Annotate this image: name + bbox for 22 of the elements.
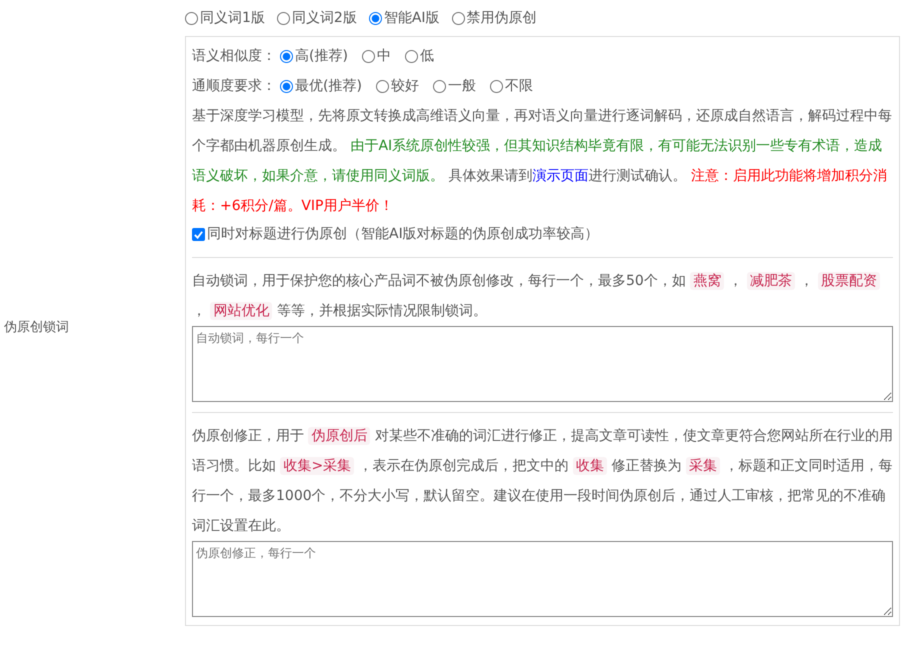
mode-radio[interactable]: 同义词1版 [185, 9, 265, 27]
correction-description: 伪原创修正，用于 伪原创后 对某些不准确的词汇进行修正，提高文章可读性，使文章更符合您网站所在行业的用语习惯。比如 收集>采集 ，表示在伪原创完成后，把文中的 收集 修正替换为 采集 ，标题和正文同时适用，每行一个，最多1000个，不分大小写，默认留空。建议在使用一段时间伪原创后，通过人工审核，把常见的不准确词汇设置在此。 [192, 426, 893, 536]
fluency-radio[interactable]: 最优(推荐) [280, 77, 362, 95]
fluency-label: 通顺度要求： [192, 77, 276, 95]
check-icon [193, 228, 204, 240]
similarity-radio[interactable]: 低 [404, 47, 434, 65]
mode-radio[interactable]: 智能AI版 [368, 9, 440, 27]
fluency-radio[interactable]: 不限 [490, 77, 533, 95]
fluency-radio[interactable]: 较好 [376, 77, 419, 95]
lock-words-label: 伪原创锁词 [4, 320, 69, 335]
ai-description: 基于深度学习模型，先将原文转换成高维语义向量，再对语义向量进行逐词解码，还原成自然语言，解码过程中每个字都由机器原创生成。 由于AI系统原创性较强，但其知识结构毕竟有限，有可能无法识别一些专有术语，造成语义破坏，如果介意，请使用同义词版。 具体效果请到演示页面进行测试确认。 注意：启用此功能将增加积分消耗：+6积分/篇。VIP用户半价！ [192, 107, 893, 216]
similarity-radio[interactable]: 中 [362, 47, 391, 65]
title-checkbox[interactable]: 同时对标题进行伪原创（智能AI版对标题的伪原创成功率较高） [192, 221, 893, 247]
correction-field[interactable]: 伪原创修正，每行一个 [192, 541, 893, 617]
mode-radio[interactable]: 同义词2版 [276, 9, 357, 27]
mode-radio[interactable]: 禁用伪原创 [452, 9, 537, 27]
lock-words-field[interactable]: 自动锁词，每行一个 [192, 326, 893, 402]
fluency-radio[interactable]: 一般 [432, 77, 476, 95]
lock-words-description: 自动锁词，用于保护您的核心产品词不被伪原创修改，每行一个，最多50个，如 燕窝 ， 减肥茶 ， 股票配资 ， 网站优化 等等，并根据实际情况限制锁词。 [192, 266, 893, 326]
similarity-radio[interactable]: 高(推荐) [280, 47, 348, 65]
similarity-label: 语义相似度： [192, 47, 276, 65]
demo-page-link[interactable]: 演示页面 [532, 168, 588, 184]
